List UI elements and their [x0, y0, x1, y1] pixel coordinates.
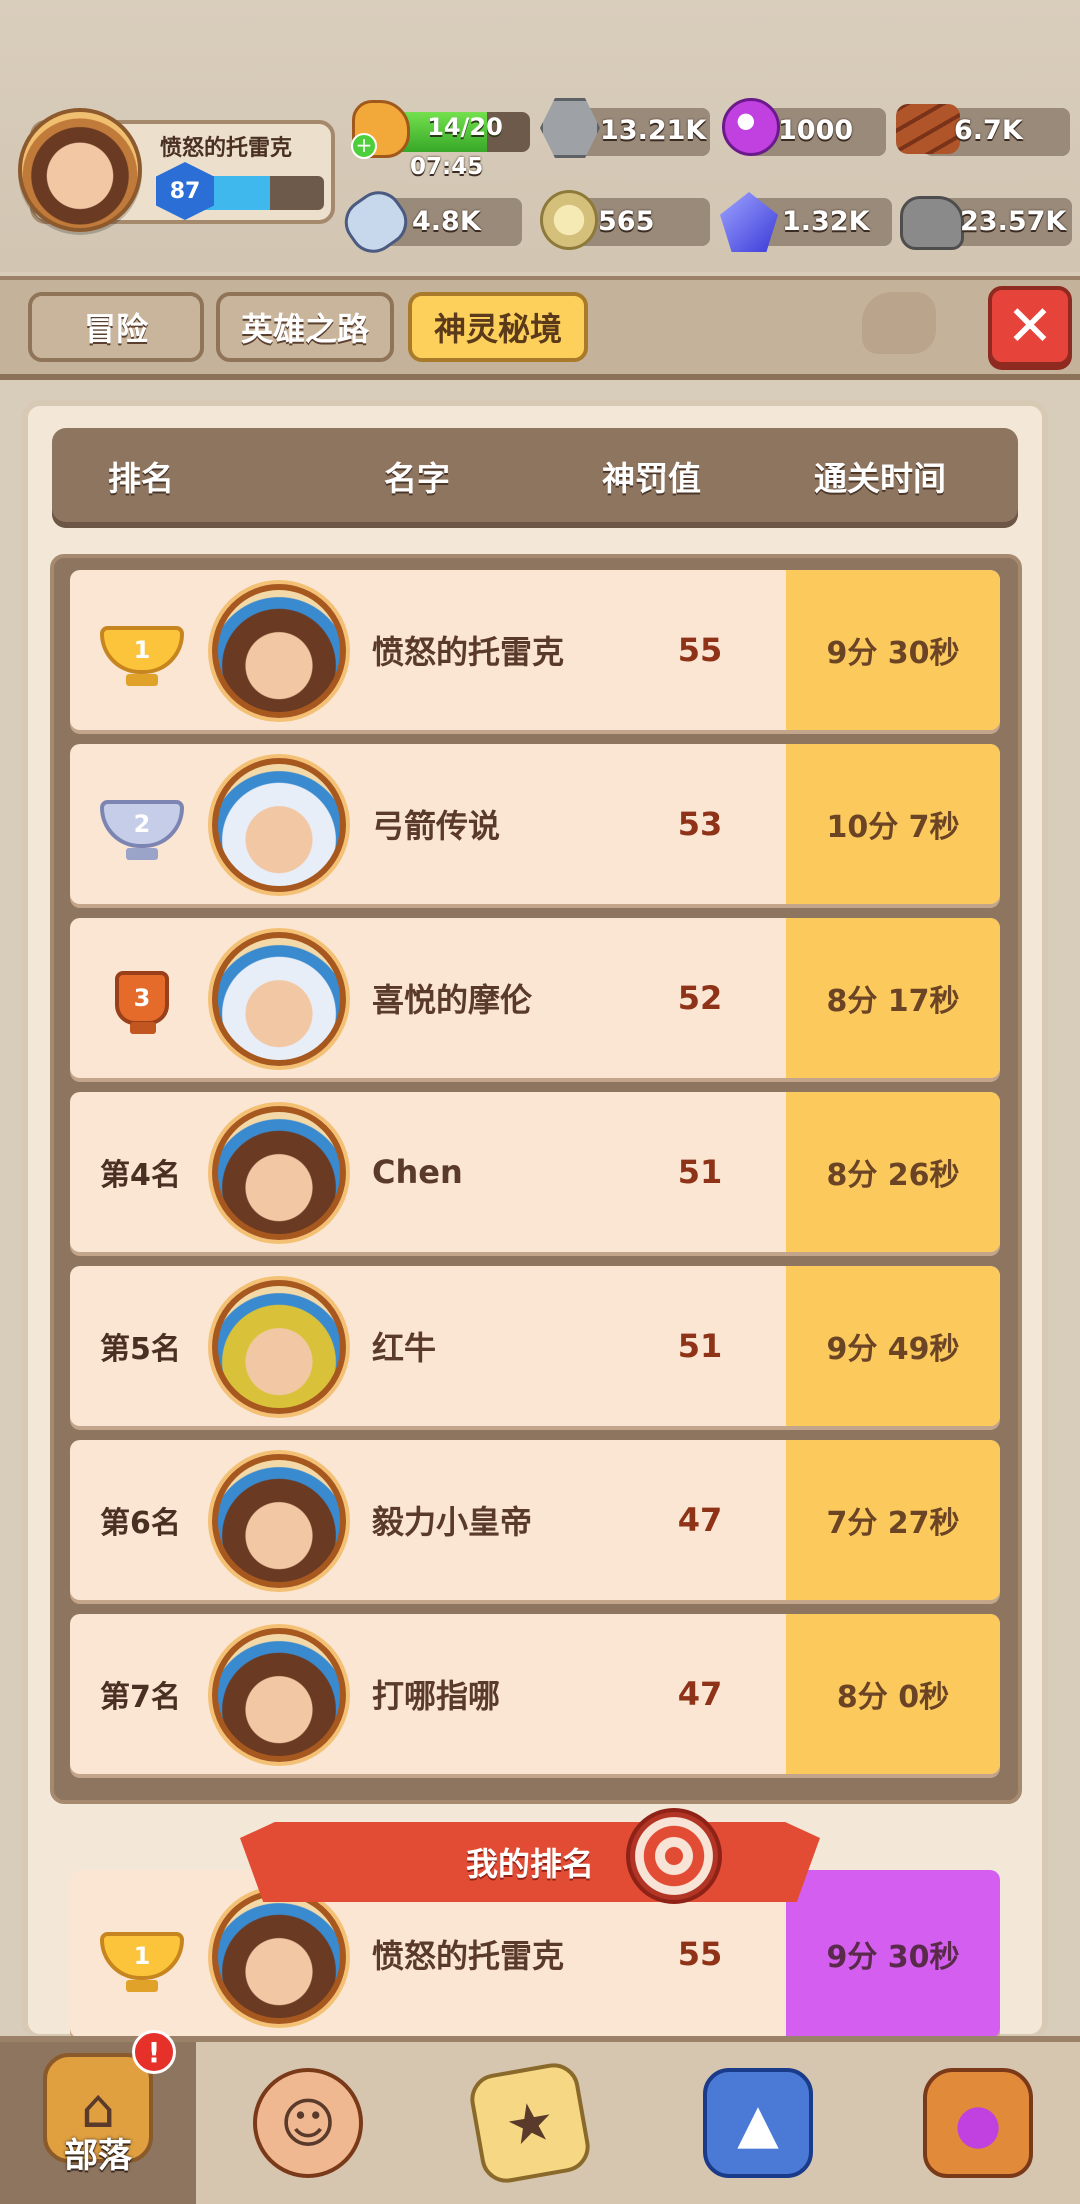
stone-value: 23.57K	[960, 206, 1067, 237]
nav-hero[interactable]: ☺	[210, 2042, 406, 2204]
penalty-score: 53	[677, 805, 723, 843]
clear-time: 8分 17秒	[786, 918, 1000, 1078]
player-name: 弓箭传说	[372, 807, 501, 845]
shell-value: 565	[598, 206, 655, 237]
rank-number: 3	[115, 971, 169, 1025]
avatar	[212, 758, 346, 892]
close-icon: ✕	[1006, 293, 1054, 359]
orb-icon	[722, 98, 780, 156]
close-button[interactable]: ✕	[988, 286, 1072, 366]
leaderboard-row-3[interactable]: 3 喜悦的摩伦 52 8分 17秒	[70, 918, 1000, 1078]
nav-tribe-label: 部落	[64, 2136, 132, 2176]
clear-time: 10分 7秒	[786, 744, 1000, 904]
stone-icon	[900, 196, 964, 250]
add-stamina-icon[interactable]: +	[351, 133, 377, 159]
level-progress-bar	[196, 176, 324, 210]
shell-icon	[540, 190, 598, 250]
penalty-score: 47	[677, 1675, 723, 1713]
rank-label: 第4名	[100, 1158, 181, 1193]
wood-value: 6.7K	[954, 115, 1023, 146]
rank-label: 第6名	[100, 1506, 181, 1541]
wolf-pet-icon: ▲	[703, 2068, 813, 2178]
my-rank-banner: 我的排名	[240, 1822, 820, 1902]
avatar	[212, 1890, 346, 2024]
penalty-score: 55	[677, 631, 723, 669]
clear-time: 9分 30秒	[786, 570, 1000, 730]
clear-time: 8分 26秒	[786, 1092, 1000, 1252]
alert-badge: !	[132, 2030, 176, 2074]
clear-time: 8分 0秒	[786, 1614, 1000, 1774]
header-name: 名字	[384, 459, 450, 498]
tab-hero-road[interactable]: 英雄之路	[216, 292, 394, 362]
stamina-meat-icon[interactable]: +	[351, 100, 410, 159]
header-clear-time: 通关时间	[814, 459, 946, 498]
avatar	[212, 1628, 346, 1762]
player-name: 打哪指哪	[372, 1677, 501, 1715]
player-name: 红牛	[372, 1329, 437, 1367]
gem-value: 1.32K	[782, 206, 870, 237]
avatar	[212, 1280, 346, 1414]
avatar	[212, 1106, 346, 1240]
player-name: 愤怒的托雷克	[160, 136, 293, 161]
tab-adventure[interactable]: 冒险	[28, 292, 204, 362]
leaderboard-row-7[interactable]: 第7名 打哪指哪 47 8分 0秒	[70, 1614, 1000, 1774]
penalty-score: 52	[677, 979, 723, 1017]
player-name: 愤怒的托雷克	[372, 633, 565, 671]
gold-trophy-icon: 1	[96, 1920, 188, 1992]
clear-time: 7分 27秒	[786, 1440, 1000, 1600]
rank-number: 1	[100, 1932, 184, 1980]
dino-skull-icon	[862, 292, 936, 354]
leaderboard-row-5[interactable]: 第5名 红牛 51 9分 49秒	[70, 1266, 1000, 1426]
gold-trophy-icon: 1	[96, 614, 188, 686]
stamina-count: 14/20	[427, 113, 503, 141]
penalty-score: 47	[677, 1501, 723, 1539]
avatar	[212, 584, 346, 718]
player-avatar[interactable]	[18, 108, 142, 232]
hero-face-icon: ☺	[253, 2068, 363, 2178]
ore-value: 13.21K	[600, 115, 707, 146]
silver-trophy-icon: 2	[96, 788, 188, 860]
wood-logs-icon	[896, 104, 960, 154]
nav-pet[interactable]: ▲	[660, 2042, 856, 2204]
leaderboard-row-6[interactable]: 第6名 毅力小皇帝 47 7分 27秒	[70, 1440, 1000, 1600]
nav-map[interactable]: ★	[432, 2042, 628, 2204]
map-icon: ★	[466, 2059, 594, 2187]
bag-icon: ●	[923, 2068, 1033, 2178]
orb-value: 1000	[778, 115, 854, 146]
bronze-trophy-icon: 3	[96, 962, 188, 1034]
leaderboard-row-4[interactable]: 第4名 Chen 51 8分 26秒	[70, 1092, 1000, 1252]
nav-bag[interactable]: ●	[880, 2042, 1076, 2204]
avatar	[212, 1454, 346, 1588]
leaderboard-row-2[interactable]: 2 弓箭传说 53 10分 7秒	[70, 744, 1000, 904]
clear-time: 9分 30秒	[786, 1870, 1000, 2038]
player-name: 毅力小皇帝	[372, 1503, 533, 1541]
clear-time: 9分 49秒	[786, 1266, 1000, 1426]
stamina-timer: 07:45	[410, 154, 484, 180]
rank-label: 第5名	[100, 1332, 181, 1367]
rank-label: 第7名	[100, 1680, 181, 1715]
bone-value: 4.8K	[412, 206, 481, 237]
tab-divine-realm[interactable]: 神灵秘境	[408, 292, 588, 362]
player-name: Chen	[372, 1153, 463, 1191]
target-arrow-icon	[626, 1808, 722, 1904]
rank-number: 1	[100, 626, 184, 674]
avatar	[212, 932, 346, 1066]
penalty-score: 51	[677, 1153, 723, 1191]
rank-number: 2	[100, 800, 184, 848]
player-name: 喜悦的摩伦	[372, 981, 533, 1019]
header-rank: 排名	[108, 459, 174, 498]
leaderboard-row-1[interactable]: 1 愤怒的托雷克 55 9分 30秒	[70, 570, 1000, 730]
penalty-score: 51	[677, 1327, 723, 1365]
header-penalty: 神罚值	[602, 459, 701, 498]
